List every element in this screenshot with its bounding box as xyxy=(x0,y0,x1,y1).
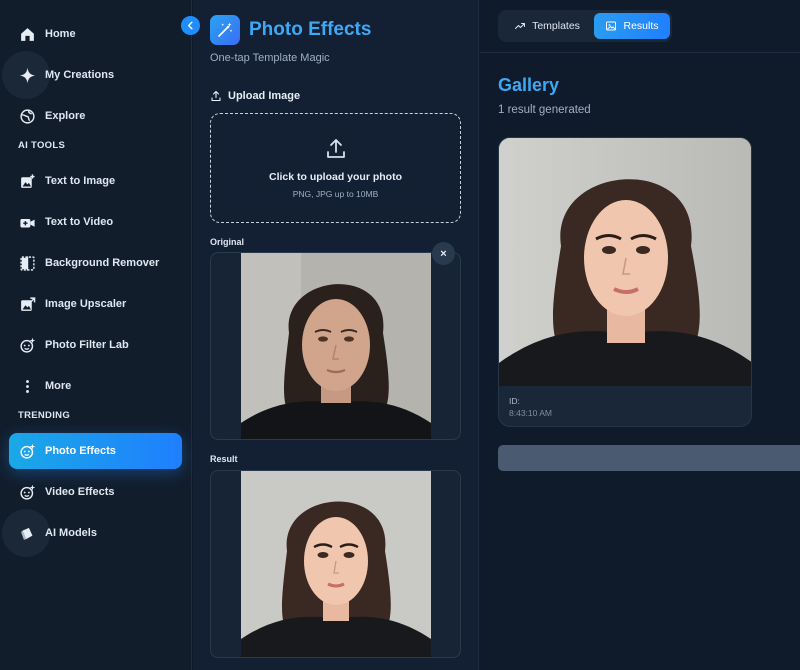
image-plus-icon xyxy=(18,172,36,190)
view-tabs: Templates Results xyxy=(498,10,672,42)
remove-image-button[interactable]: × xyxy=(432,242,455,265)
collapse-sidebar-button[interactable] xyxy=(181,16,200,35)
sidebar-item-label: Image Upscaler xyxy=(45,298,127,310)
original-image-card xyxy=(210,252,461,440)
sidebar-item-label: Video Effects xyxy=(45,486,115,498)
gallery-result-card[interactable]: ID: 8:43:10 AM xyxy=(498,137,752,427)
face-sparkle-icon xyxy=(18,442,36,460)
sidebar-item-label: Background Remover xyxy=(45,257,160,269)
result-timestamp: 8:43:10 AM xyxy=(509,408,553,418)
gallery-result-count: 1 result generated xyxy=(498,104,591,116)
sidebar-item-label: Photo Filter Lab xyxy=(45,339,129,351)
sidebar-item-ai-models[interactable]: AI Models xyxy=(9,515,182,551)
home-icon xyxy=(18,25,36,43)
background-remover-icon xyxy=(18,254,36,272)
section-label-trending: TRENDING xyxy=(18,410,71,421)
tab-templates[interactable]: Templates xyxy=(502,13,592,39)
original-photo xyxy=(241,253,431,439)
globe-icon xyxy=(18,107,36,125)
sidebar-item-background-remover[interactable]: Background Remover xyxy=(9,245,182,281)
tab-results[interactable]: Results xyxy=(594,13,670,39)
face-sparkle-icon xyxy=(18,336,36,354)
face-sparkle-icon xyxy=(18,483,36,501)
sidebar-item-text-to-image[interactable]: Text to Image xyxy=(9,163,182,199)
section-label-ai-tools: AI TOOLS xyxy=(18,140,66,151)
effects-panel: Photo Effects One-tap Template Magic Upl… xyxy=(193,0,479,670)
upload-hint: PNG, JPG up to 10MB xyxy=(292,189,379,199)
sidebar-item-label: AI Models xyxy=(45,527,97,539)
tab-label: Results xyxy=(623,20,659,32)
result-id-label: ID: xyxy=(509,396,520,406)
sidebar-item-label: Text to Image xyxy=(45,175,116,187)
sidebar-item-more[interactable]: More xyxy=(9,368,182,404)
sidebar-item-label: My Creations xyxy=(45,69,115,81)
upload-label: Upload Image xyxy=(210,90,300,102)
sidebar-item-label: Home xyxy=(45,28,76,40)
magic-wand-icon xyxy=(210,15,240,45)
sidebar-item-label: More xyxy=(45,380,72,392)
result-image-card xyxy=(210,470,461,658)
sidebar-item-photo-filter-lab[interactable]: Photo Filter Lab xyxy=(9,327,182,363)
more-vertical-icon xyxy=(18,377,36,395)
sidebar-item-label: Explore xyxy=(45,110,86,122)
tab-label: Templates xyxy=(532,20,580,32)
page-subtitle: One-tap Template Magic xyxy=(210,52,330,64)
sidebar-item-label: Photo Effects xyxy=(45,445,116,457)
results-panel: Templates Results Gallery 1 result gener… xyxy=(480,0,800,670)
original-label: Original xyxy=(210,237,245,247)
divider xyxy=(480,52,800,53)
result-label: Result xyxy=(210,454,238,464)
result-photo xyxy=(241,471,431,657)
close-icon: × xyxy=(440,247,447,260)
video-plus-icon xyxy=(18,213,36,231)
sidebar: Home My Creations Explore AI TOOLS Text … xyxy=(0,0,192,670)
sparkle-icon xyxy=(18,66,36,84)
sidebar-item-explore[interactable]: Explore xyxy=(9,98,182,134)
gallery-result-photo xyxy=(499,138,751,386)
sidebar-item-text-to-video[interactable]: Text to Video xyxy=(9,204,182,240)
image-icon xyxy=(606,21,617,31)
gallery-title: Gallery xyxy=(498,75,560,95)
upload-label-text: Upload Image xyxy=(228,90,301,102)
sidebar-item-image-upscaler[interactable]: Image Upscaler xyxy=(9,286,182,322)
loading-placeholder-bar xyxy=(498,445,800,471)
image-upscale-icon xyxy=(18,295,36,313)
sidebar-item-home[interactable]: Home xyxy=(9,16,182,52)
upload-icon xyxy=(211,90,221,102)
chevron-left-icon xyxy=(187,21,193,30)
cube-icon xyxy=(18,524,36,542)
page-title: Photo Effects xyxy=(249,19,372,40)
sidebar-item-my-creations[interactable]: My Creations xyxy=(9,57,182,93)
sidebar-item-video-effects[interactable]: Video Effects xyxy=(9,474,182,510)
trend-icon xyxy=(515,23,526,29)
upload-dropzone[interactable]: Click to upload your photo PNG, JPG up t… xyxy=(210,113,461,223)
upload-prompt: Click to upload your photo xyxy=(269,171,402,183)
sidebar-item-photo-effects[interactable]: Photo Effects xyxy=(9,433,182,469)
upload-icon xyxy=(326,139,345,158)
sidebar-item-label: Text to Video xyxy=(45,216,114,228)
